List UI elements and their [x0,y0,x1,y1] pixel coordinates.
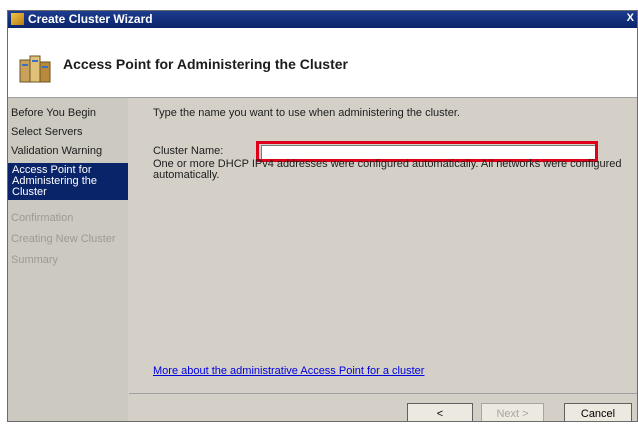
cluster-server-icon [19,55,51,83]
instruction-text: Type the name you want to use when admin… [153,107,460,119]
step-access-point[interactable]: Access Point for Administering the Clust… [8,163,128,200]
title-bar: Create Cluster Wizard X [8,11,637,28]
close-icon[interactable]: X [627,12,634,24]
cancel-button[interactable]: Cancel [564,403,632,421]
wizard-steps-sidebar: Before You Begin Select Servers Validati… [8,98,128,421]
wizard-app-icon [11,13,24,25]
step-select-servers[interactable]: Select Servers [8,127,128,138]
page-title: Access Point for Administering the Clust… [63,56,348,72]
step-validation-warning[interactable]: Validation Warning [8,146,128,157]
next-button: Next > [481,403,544,421]
more-info-link[interactable]: More about the administrative Access Poi… [153,365,424,377]
wizard-content: Type the name you want to use when admin… [129,98,637,392]
previous-button[interactable]: < Previous [407,403,473,421]
window-title: Create Cluster Wizard [28,12,153,26]
wizard-window: Create Cluster Wizard X Access Point for… [7,10,638,422]
dhcp-note: One or more DHCP IPv4 addresses were con… [153,158,622,181]
step-creating-new-cluster: Creating New Cluster [11,233,116,245]
wizard-footer: < Previous Next > Cancel [129,393,637,421]
cluster-name-label: Cluster Name: [153,145,224,157]
step-confirmation: Confirmation [11,212,74,224]
wizard-header: Access Point for Administering the Clust… [8,28,637,98]
step-before-you-begin[interactable]: Before You Begin [8,108,128,119]
step-summary: Summary [11,254,59,266]
